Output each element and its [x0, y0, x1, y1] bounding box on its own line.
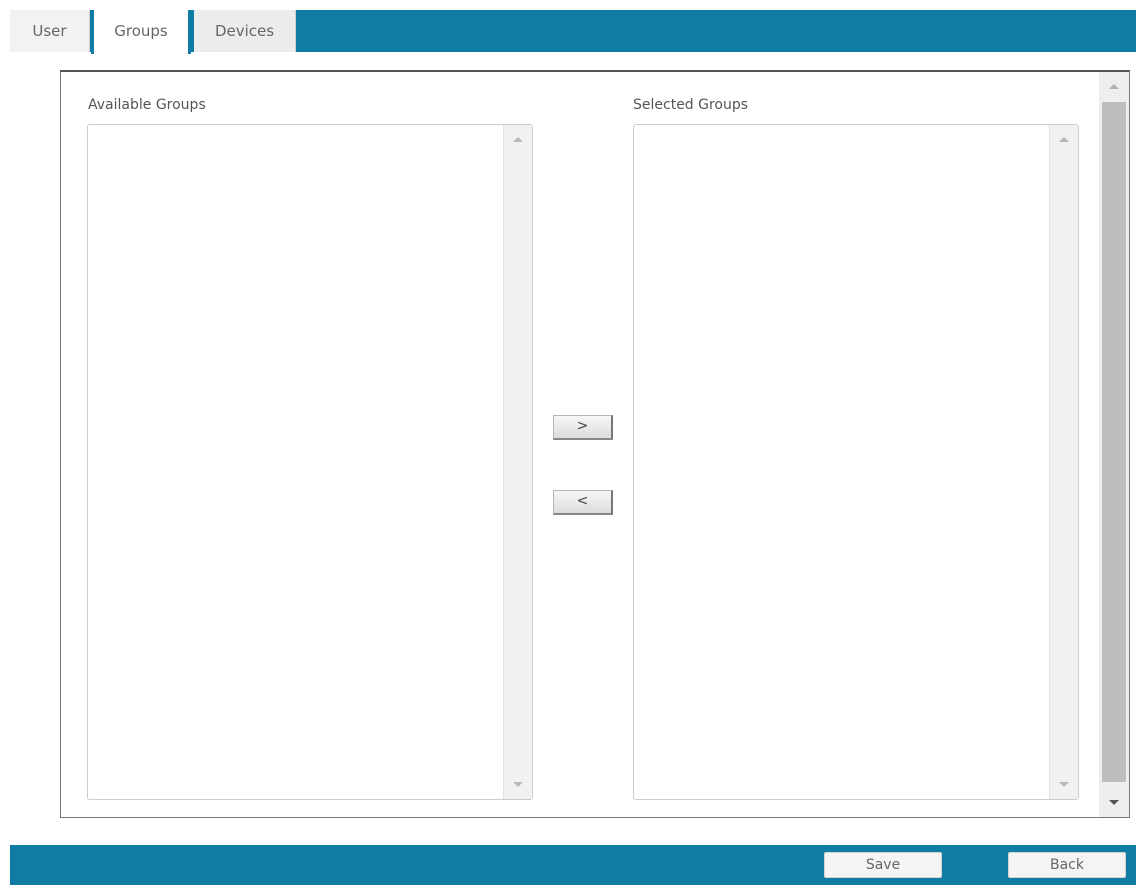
add-group-button[interactable]: > — [553, 415, 613, 440]
scroll-up-icon[interactable] — [1059, 137, 1069, 142]
tab-bar: User Groups Devices — [10, 10, 1136, 54]
available-groups-label: Available Groups — [88, 97, 206, 113]
tab-groups[interactable]: Groups — [91, 10, 191, 54]
groups-page: User Groups Devices Available Groups Sel… — [0, 0, 1140, 887]
remove-group-button[interactable]: < — [553, 490, 613, 515]
scroll-down-icon[interactable] — [1109, 800, 1119, 805]
footer-bar: Save Back — [10, 845, 1136, 885]
scroll-down-icon[interactable] — [513, 782, 523, 787]
tab-devices[interactable]: Devices — [194, 10, 296, 52]
available-list-scrollbar[interactable] — [503, 125, 532, 799]
scroll-down-icon[interactable] — [1059, 782, 1069, 787]
groups-panel: Available Groups Selected Groups > < — [60, 70, 1130, 818]
tab-user[interactable]: User — [10, 10, 90, 52]
selected-groups-list[interactable] — [633, 124, 1079, 800]
scroll-up-icon[interactable] — [1109, 84, 1119, 89]
scrollbar-thumb[interactable] — [1102, 102, 1126, 782]
panel-scrollbar[interactable] — [1099, 72, 1129, 817]
back-button[interactable]: Back — [1008, 852, 1126, 878]
save-button[interactable]: Save — [824, 852, 942, 878]
scroll-up-icon[interactable] — [513, 137, 523, 142]
selected-list-scrollbar[interactable] — [1049, 125, 1078, 799]
available-groups-list[interactable] — [87, 124, 533, 800]
selected-groups-label: Selected Groups — [633, 97, 749, 113]
